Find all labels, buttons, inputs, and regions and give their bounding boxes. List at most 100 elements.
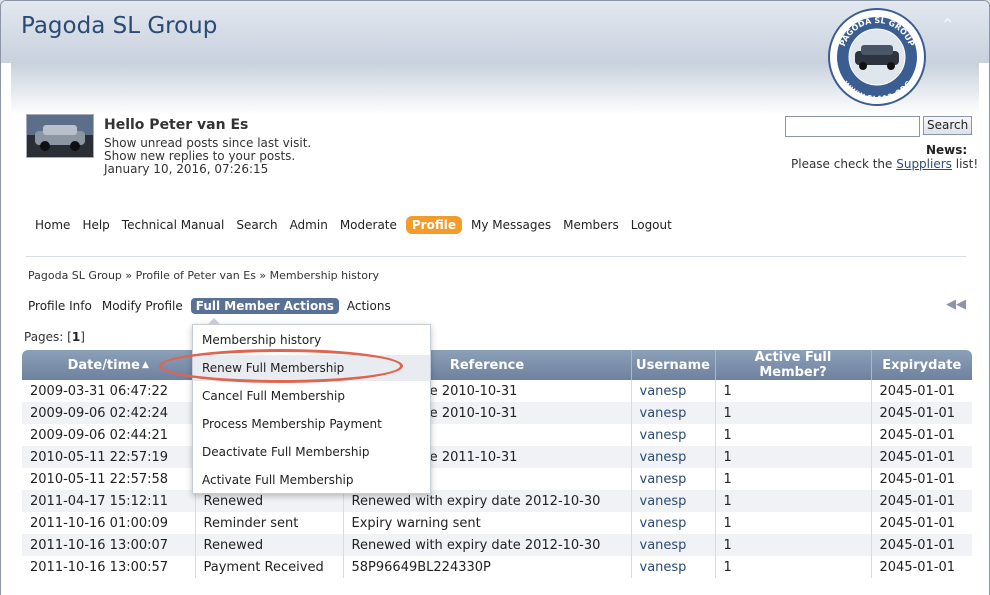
collapse-left-icon[interactable]: ◀◀	[946, 297, 966, 312]
cell-expirydate: 2045-01-01	[870, 446, 972, 468]
search-input[interactable]	[785, 116, 920, 137]
cell-active: 1	[714, 468, 871, 490]
cell-active: 1	[714, 556, 871, 578]
cell-active: 1	[714, 402, 871, 424]
tab-profile-info[interactable]: Profile Info	[23, 298, 97, 314]
cell-active: 1	[714, 380, 871, 402]
table-row: 2010-05-11 22:57:19 h expiry date 2011-1…	[22, 446, 972, 468]
cell-datetime: 2011-10-16 01:00:09	[22, 512, 195, 534]
cell-username[interactable]: vanesp	[630, 512, 715, 534]
cell-datetime: 2009-09-06 02:42:24	[22, 402, 195, 424]
greeting: Hello Peter van Es	[104, 117, 249, 133]
cell-expirydate: 2045-01-01	[870, 512, 972, 534]
browser-page: Pagoda SL Group ⌃ PAGODA SL GROUP WWW.SL…	[0, 0, 990, 595]
menu-item-technical-manual[interactable]: Technical Manual	[116, 216, 231, 234]
table-row: 2011-10-16 01:00:09 Reminder sent Expiry…	[22, 512, 972, 534]
column-header-username[interactable]: Username	[630, 350, 715, 380]
menu-item-search[interactable]: Search	[230, 216, 283, 234]
table-row: 2009-09-06 02:42:24 h expiry date 2010-1…	[22, 402, 972, 424]
cell-username[interactable]: vanesp	[630, 534, 715, 556]
cell-username[interactable]: vanesp	[630, 424, 715, 446]
search-button[interactable]: Search	[923, 116, 973, 135]
dropdown-item-process-membership-payment[interactable]: Process Membership Payment	[193, 411, 430, 437]
news-text-before: Please check the	[791, 157, 897, 171]
cell-datetime: 2009-03-31 06:47:22	[22, 380, 195, 402]
cell-username[interactable]: vanesp	[630, 446, 715, 468]
table-row: 2011-04-17 15:12:11 Renewed Renewed with…	[22, 490, 972, 512]
cell-username[interactable]: vanesp	[630, 402, 715, 424]
cell-username[interactable]: vanesp	[630, 556, 715, 578]
cell-expirydate: 2045-01-01	[870, 490, 972, 512]
cell-reference: Expiry warning sent	[342, 512, 631, 534]
menu-item-logout[interactable]: Logout	[625, 216, 678, 234]
column-header-expirydate[interactable]: Expirydate	[870, 350, 972, 380]
dropdown-item-cancel-full-membership[interactable]: Cancel Full Membership	[193, 383, 430, 409]
cell-datetime: 2009-09-06 02:44:21	[22, 424, 195, 446]
cell-expirydate: 2045-01-01	[870, 556, 972, 578]
cell-reference: Renewed with expiry date 2012-10-30	[342, 534, 631, 556]
sort-ascending-icon[interactable]: ▲	[142, 360, 149, 370]
cell-expirydate: 2045-01-01	[870, 468, 972, 490]
dropdown-caret	[207, 318, 221, 325]
tab-modify-profile[interactable]: Modify Profile	[97, 298, 188, 314]
chevron-up-icon[interactable]: ⌃	[941, 15, 954, 34]
annotation-highlight-oval	[159, 349, 403, 383]
tab-full-member-actions[interactable]: Full Member Actions	[190, 298, 339, 314]
cell-expirydate: 2045-01-01	[870, 380, 972, 402]
cell-expirydate: 2045-01-01	[870, 402, 972, 424]
dropdown-item-deactivate-full-membership[interactable]: Deactivate Full Membership	[193, 439, 430, 465]
news-text: Please check the Suppliers list!	[791, 157, 978, 171]
cell-username[interactable]: vanesp	[630, 490, 715, 512]
table-row: 2011-10-16 13:00:57 Payment Received 58P…	[22, 556, 972, 578]
avatar[interactable]	[26, 114, 94, 158]
cell-datetime: 2011-10-16 13:00:07	[22, 534, 195, 556]
column-header-active-full-member[interactable]: Active Full Member?	[714, 350, 871, 380]
cell-active: 1	[714, 446, 871, 468]
cell-action: Reminder sent	[194, 512, 343, 534]
cell-action: Renewed	[194, 534, 343, 556]
cell-reference: 58P96649BL224330P	[342, 556, 631, 578]
current-datetime: January 10, 2016, 07:26:15	[104, 162, 269, 176]
menu-item-moderate[interactable]: Moderate	[334, 216, 403, 234]
cell-action: Payment Received	[194, 556, 343, 578]
suppliers-link[interactable]: Suppliers	[896, 157, 952, 171]
divider	[26, 256, 966, 257]
table-row: 2009-03-31 06:47:22 h expiry date 2010-1…	[22, 380, 972, 402]
cell-active: 1	[714, 490, 871, 512]
cell-datetime: 2011-04-17 15:12:11	[22, 490, 195, 512]
menu-item-admin[interactable]: Admin	[284, 216, 334, 234]
cell-active: 1	[714, 512, 871, 534]
pages-label: Pages: [	[24, 330, 72, 344]
main-menu: Home Help Technical Manual Search Admin …	[29, 215, 678, 235]
menu-item-help[interactable]: Help	[76, 216, 115, 234]
cell-datetime: 2010-05-11 22:57:58	[22, 468, 195, 490]
user-info: Show unread posts since last visit. Show…	[104, 137, 311, 176]
menu-item-profile[interactable]: Profile	[405, 216, 462, 234]
table-row: 2010-05-11 22:57:58 5126036 vanesp 1 204…	[22, 468, 972, 490]
cell-expirydate: 2045-01-01	[870, 534, 972, 556]
menu-item-home[interactable]: Home	[29, 216, 76, 234]
dropdown-item-activate-full-membership[interactable]: Activate Full Membership	[193, 467, 430, 493]
table-row: 2009-09-06 02:44:21 820170W vanesp 1 204…	[22, 424, 972, 446]
cell-expirydate: 2045-01-01	[870, 424, 972, 446]
site-logo[interactable]: PAGODA SL GROUP WWW.SL113.ORG	[827, 7, 927, 107]
tab-actions[interactable]: Actions	[342, 298, 396, 314]
cell-active: 1	[714, 534, 871, 556]
cell-username[interactable]: vanesp	[630, 380, 715, 402]
breadcrumb[interactable]: Pagoda SL Group » Profile of Peter van E…	[28, 269, 379, 282]
menu-item-members[interactable]: Members	[557, 216, 625, 234]
pagination: Pages: [1]	[24, 330, 85, 344]
menu-item-my-messages[interactable]: My Messages	[465, 216, 557, 234]
news-text-after: list!	[951, 157, 979, 171]
site-title[interactable]: Pagoda SL Group	[21, 13, 217, 39]
page-link[interactable]: 1	[72, 330, 80, 344]
table-row: 2011-10-16 13:00:07 Renewed Renewed with…	[22, 534, 972, 556]
cell-active: 1	[714, 424, 871, 446]
profile-tabs: Profile Info Modify Profile Full Member …	[23, 297, 396, 315]
cell-datetime: 2011-10-16 13:00:57	[22, 556, 195, 578]
membership-history-table: Date/time ▲ Reference Username Active Ful…	[22, 350, 972, 578]
pages-close: ]	[80, 330, 85, 344]
cell-datetime: 2010-05-11 22:57:19	[22, 446, 195, 468]
news-label: News:	[926, 143, 968, 157]
cell-username[interactable]: vanesp	[630, 468, 715, 490]
